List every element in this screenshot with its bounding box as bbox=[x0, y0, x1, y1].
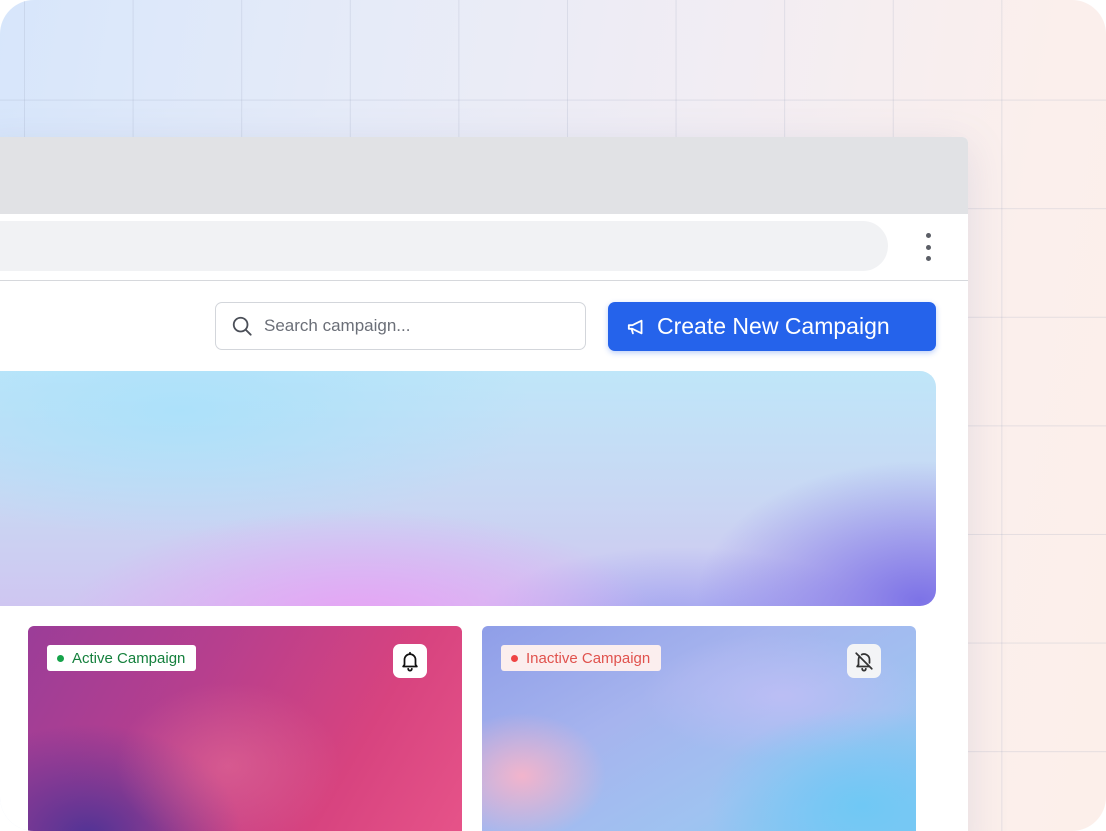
search-input[interactable] bbox=[264, 303, 574, 349]
megaphone-icon bbox=[627, 319, 643, 334]
status-dot bbox=[511, 654, 518, 662]
bell-icon bbox=[402, 651, 418, 672]
campaign-card-active[interactable]: Active Campaign bbox=[28, 626, 462, 831]
status-label: Active Campaign bbox=[72, 649, 186, 667]
status-badge: Active Campaign bbox=[47, 645, 197, 671]
create-campaign-label: Create New Campaign bbox=[657, 313, 890, 339]
notification-toggle[interactable] bbox=[393, 644, 427, 678]
create-campaign-button[interactable]: Create New Campaign bbox=[608, 302, 936, 351]
campaign-card-inactive[interactable]: Inactive Campaign bbox=[482, 626, 916, 831]
search-box[interactable] bbox=[215, 302, 586, 350]
browser-tab-bar bbox=[0, 137, 968, 214]
background-canvas: Create New Campaign Active Campaign Inac… bbox=[0, 0, 1106, 831]
address-bar[interactable] bbox=[0, 221, 888, 271]
menu-dot bbox=[925, 244, 931, 250]
status-label: Inactive Campaign bbox=[526, 649, 651, 667]
kebab-menu-icon[interactable] bbox=[916, 233, 940, 261]
search-icon bbox=[232, 316, 252, 336]
status-dot bbox=[57, 654, 64, 662]
browser-window: Create New Campaign Active Campaign Inac… bbox=[0, 137, 968, 831]
notification-toggle[interactable] bbox=[847, 644, 881, 678]
hero-banner bbox=[0, 371, 936, 606]
browser-toolbar bbox=[0, 214, 968, 281]
bell-off-icon bbox=[855, 652, 873, 672]
menu-dot bbox=[925, 233, 931, 238]
status-badge: Inactive Campaign bbox=[501, 645, 662, 671]
menu-dot bbox=[925, 256, 931, 261]
